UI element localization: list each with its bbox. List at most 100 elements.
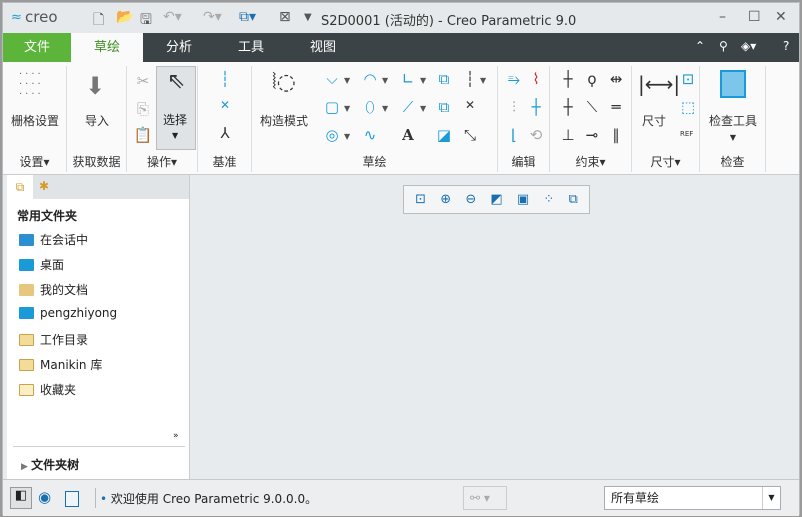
list-item[interactable]: 我的文档 bbox=[19, 281, 88, 298]
spline-icon[interactable]: ∿ bbox=[360, 126, 380, 144]
redo-icon[interactable]: ↷▾ bbox=[203, 9, 222, 25]
zoom-in-icon[interactable]: ⊕ bbox=[440, 192, 451, 207]
vertical-constraint-icon[interactable]: ┼ bbox=[558, 70, 578, 88]
copy-icon[interactable]: ⎘ bbox=[133, 100, 153, 118]
tab-sketch[interactable]: 草绘 bbox=[71, 33, 143, 62]
construction-mode-button[interactable]: 构造模式 bbox=[252, 112, 316, 129]
perimeter-icon[interactable]: ⊡ bbox=[678, 70, 698, 88]
midpoint-constraint-icon[interactable]: ⇹ bbox=[606, 70, 626, 88]
coincident-constraint-icon[interactable]: ⟍ bbox=[582, 98, 602, 116]
tab-analysis[interactable]: 分析 bbox=[143, 33, 215, 62]
list-item[interactable]: Manikin 库 bbox=[19, 356, 102, 373]
modify-icon[interactable]: ⥱ bbox=[504, 70, 524, 88]
grid-icon: ···· ···· ···· bbox=[19, 69, 44, 100]
symmetric-constraint-icon[interactable]: ⊸ bbox=[582, 126, 602, 144]
group-label-constrain[interactable]: 约束▾ bbox=[550, 153, 631, 170]
horizontal-constraint-icon[interactable]: ┼ bbox=[558, 98, 578, 116]
toggle-navigator-icon[interactable]: ◧ bbox=[10, 487, 32, 509]
display-style-icon[interactable]: ▣ bbox=[517, 192, 529, 207]
palette-icon[interactable]: ◪ bbox=[434, 126, 454, 144]
selection-filter-dropdown[interactable]: 所有草绘 ▼ bbox=[604, 486, 781, 510]
sketch-coordinate-icon[interactable]: ⤡ bbox=[460, 126, 480, 144]
tab-tools[interactable]: 工具 bbox=[215, 33, 287, 62]
tangent-constraint-icon[interactable]: ϙ bbox=[582, 70, 602, 88]
corner-icon[interactable]: ⌊ bbox=[504, 126, 524, 144]
common-folders-header: 常用文件夹 bbox=[17, 209, 78, 223]
customize-toolbar-icon[interactable]: ▼ bbox=[304, 12, 312, 23]
refit-icon[interactable]: ⊡ bbox=[415, 192, 426, 207]
expand-icon[interactable]: » bbox=[173, 431, 179, 441]
text-icon[interactable]: A bbox=[398, 126, 418, 144]
minimize-button[interactable]: – bbox=[719, 9, 726, 25]
import-button[interactable]: 导入 bbox=[67, 112, 127, 129]
group-label-dimension[interactable]: 尺寸▾ bbox=[632, 153, 699, 170]
list-item[interactable]: 在会话中 bbox=[19, 231, 88, 248]
group-sketch: ⦚◌ 构造模式 ⌵ ▼ ◠ ▼ ∟ ▼ ⧉ ┆ ▼ ▢ ▼ ⬯ ▼ ⟋ ▼ ⧉ ✕ ◎ ▼ ∿ … bbox=[252, 66, 498, 172]
browser-icon[interactable]: ◉ bbox=[38, 488, 51, 506]
new-file-icon[interactable]: 🗋 bbox=[93, 9, 104, 33]
list-item[interactable]: 工作目录 bbox=[19, 331, 88, 348]
undo-icon[interactable]: ↶▾ bbox=[163, 9, 182, 25]
sketcher-display-icon[interactable]: ⁘ bbox=[543, 192, 554, 207]
circle-icon[interactable]: ◎ bbox=[322, 126, 342, 144]
ellipse-icon[interactable]: ⬯ bbox=[360, 98, 380, 116]
thicken-icon[interactable]: ⧉ bbox=[434, 98, 454, 116]
collapse-ribbon-icon[interactable]: ⌃ bbox=[695, 39, 705, 53]
equal-constraint-icon[interactable]: ═ bbox=[606, 98, 626, 116]
sketch-point-icon[interactable]: ✕ bbox=[460, 98, 480, 112]
model-tree-tab-icon[interactable]: ⧉ bbox=[7, 175, 33, 199]
group-label-settings[interactable]: 设置▾ bbox=[3, 153, 66, 170]
perpendicular-constraint-icon[interactable]: ⊥ bbox=[558, 126, 578, 144]
folder-icon bbox=[19, 358, 34, 371]
point-icon[interactable]: ✕ bbox=[215, 98, 235, 112]
divide-icon[interactable]: ┼ bbox=[526, 98, 546, 116]
open-file-icon[interactable]: 📂 bbox=[116, 9, 133, 25]
help-icon[interactable]: ? bbox=[783, 39, 789, 53]
full-screen-icon[interactable] bbox=[65, 491, 79, 507]
navigator-tabs: ⧉ ✱ bbox=[7, 175, 189, 199]
rectangle-icon[interactable]: ▢ bbox=[322, 98, 342, 116]
import-icon[interactable]: ⬇ bbox=[85, 72, 105, 100]
list-item[interactable]: pengzhiyong bbox=[19, 306, 117, 320]
list-item[interactable]: 收藏夹 bbox=[19, 381, 76, 398]
graphics-area[interactable] bbox=[191, 175, 799, 480]
repaint-icon[interactable]: ◩ bbox=[490, 192, 502, 207]
grid-settings-button[interactable]: 栅格设置 bbox=[3, 112, 67, 129]
fillet-icon[interactable]: ∟ bbox=[398, 70, 418, 88]
select-button[interactable]: ⇖ 选择 ▼ bbox=[156, 66, 196, 150]
folder-tree-toggle[interactable]: ▶ 文件夹树 bbox=[21, 456, 79, 473]
centerline-sketch-icon[interactable]: ┆ bbox=[460, 70, 480, 88]
find-button[interactable]: ⚯ ▾ bbox=[463, 486, 507, 510]
list-item[interactable]: 桌面 bbox=[19, 256, 64, 273]
delete-segment-icon[interactable]: ⌇ bbox=[526, 70, 546, 88]
reference-dimension-icon[interactable]: REF bbox=[680, 130, 693, 138]
rotate-resize-icon[interactable]: ⟲ bbox=[526, 126, 546, 144]
folder-browser-tab-icon[interactable]: ✱ bbox=[39, 179, 49, 193]
tab-view[interactable]: 视图 bbox=[287, 33, 359, 62]
arc-icon[interactable]: ◠ bbox=[360, 70, 380, 88]
tab-file[interactable]: 文件 bbox=[3, 33, 71, 62]
parallel-constraint-icon[interactable]: ∥ bbox=[606, 126, 626, 144]
search-icon[interactable]: ⚲ bbox=[719, 39, 728, 53]
group-label-operations[interactable]: 操作▾ bbox=[127, 153, 197, 170]
creo-logo-icon: ≈ bbox=[11, 10, 22, 25]
offset-icon[interactable]: ⧉ bbox=[434, 70, 454, 88]
learning-icon[interactable]: ◈▾ bbox=[741, 39, 756, 53]
close-button[interactable]: ✕ bbox=[775, 9, 787, 25]
baseline-icon[interactable]: ⬚ bbox=[678, 98, 698, 116]
coordinate-system-icon[interactable]: ⅄ bbox=[215, 124, 235, 142]
sketch-view-icon[interactable]: ⧉ bbox=[569, 192, 578, 207]
paste-icon[interactable]: 📋 bbox=[133, 126, 153, 144]
regenerate-icon[interactable]: ⧉▾ bbox=[239, 9, 256, 25]
zoom-out-icon[interactable]: ⊖ bbox=[465, 192, 476, 207]
dimension-button[interactable]: 尺寸 bbox=[632, 112, 676, 129]
inspect-tool-button[interactable]: 检查工具 ▼ bbox=[700, 112, 766, 143]
maximize-button[interactable]: ☐ bbox=[748, 9, 761, 25]
chamfer-icon[interactable]: ⟋ bbox=[398, 98, 418, 116]
mirror-icon[interactable]: ⫶ bbox=[504, 98, 524, 116]
centerline-icon[interactable]: ┆ bbox=[215, 70, 235, 88]
close-window-icon[interactable]: ⊠ bbox=[279, 9, 291, 25]
cut-icon[interactable]: ✂ bbox=[133, 72, 153, 90]
line-icon[interactable]: ⌵ bbox=[322, 70, 342, 88]
save-icon[interactable]: 🖫 bbox=[140, 9, 152, 33]
